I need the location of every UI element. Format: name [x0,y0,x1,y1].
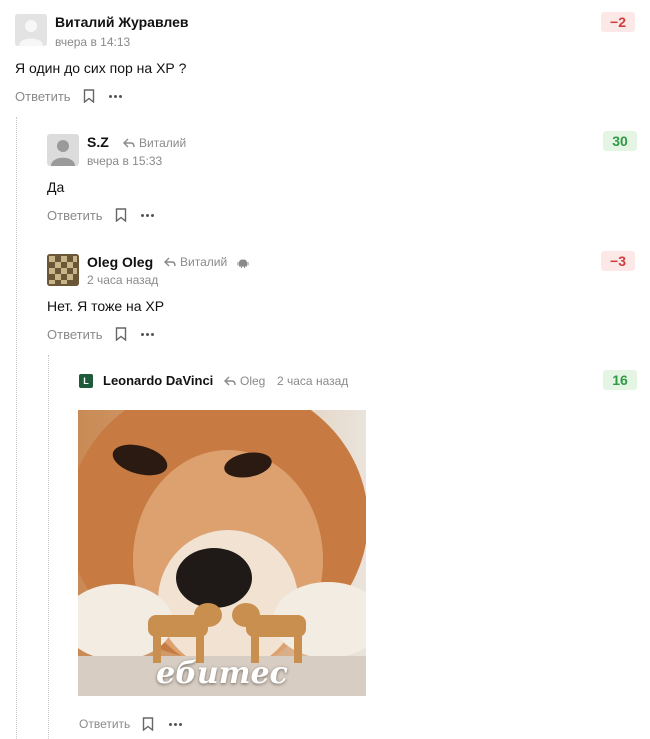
comment-actions: Ответить [47,207,157,223]
author-name[interactable]: Oleg Oleg [87,254,153,270]
bookmark-icon[interactable] [113,207,129,223]
comment-text: Я один до сих пор на ХР ? [15,60,187,76]
avatar[interactable] [15,14,47,46]
comment-text: Нет. Я тоже на ХР [47,298,165,314]
rating-badge: −2 [601,12,635,32]
avatar[interactable]: L [79,374,93,388]
rating-badge: 30 [603,131,637,151]
author-name[interactable]: Виталий Журавлев [55,14,188,30]
reply-button[interactable]: Ответить [15,89,71,104]
comment-time[interactable]: 2 часа назад [277,374,348,388]
comment-time[interactable]: вчера в 15:33 [87,154,162,168]
comment-time[interactable]: вчера в 14:13 [55,35,130,49]
thread-line-level-2 [48,355,49,739]
more-dots-icon[interactable] [107,89,125,103]
default-avatar-icon [47,134,79,166]
android-icon [237,256,249,274]
reply-arrow-icon [224,376,236,386]
reply-button[interactable]: Ответить [79,717,130,731]
rating-badge: 16 [603,370,637,390]
rating-badge: −3 [601,251,635,271]
comment-actions: Ответить [79,716,184,732]
bookmark-icon[interactable] [113,326,129,342]
more-dots-icon[interactable] [166,717,184,731]
author-name[interactable]: S.Z [87,134,109,150]
reply-to[interactable]: Виталий [164,255,227,269]
more-dots-icon[interactable] [139,208,157,222]
comment-actions: Ответить [47,326,157,342]
reply-arrow-icon [123,138,135,148]
reply-to-name: Виталий [139,136,187,150]
chess-avatar-icon [47,254,79,286]
comment-1: Виталий Журавлев вчера в 14:13 −2 Я один… [0,0,650,110]
reply-button[interactable]: Ответить [47,208,103,223]
avatar-letter: L [83,376,89,386]
default-avatar-icon [15,14,47,46]
avatar[interactable] [47,254,79,286]
reply-button[interactable]: Ответить [47,327,103,342]
bookmark-icon[interactable] [140,716,156,732]
reply-to[interactable]: Oleg [224,374,265,388]
comment-time[interactable]: 2 часа назад [87,273,158,287]
avatar[interactable] [47,134,79,166]
image-caption: ебитес [156,656,288,691]
reply-arrow-icon [164,257,176,267]
reply-to[interactable]: Виталий [123,136,186,150]
dog-photo [78,410,366,696]
more-dots-icon[interactable] [139,327,157,341]
thread-line-level-1 [16,117,17,739]
comment-actions: Ответить [15,88,125,104]
comment-image[interactable]: ебитес [78,410,366,696]
author-name[interactable]: Leonardo DaVinci [103,373,213,388]
bookmark-icon[interactable] [81,88,97,104]
reply-to-name: Виталий [180,255,228,269]
reply-to-name: Oleg [240,374,266,388]
comment-text: Да [47,179,65,195]
